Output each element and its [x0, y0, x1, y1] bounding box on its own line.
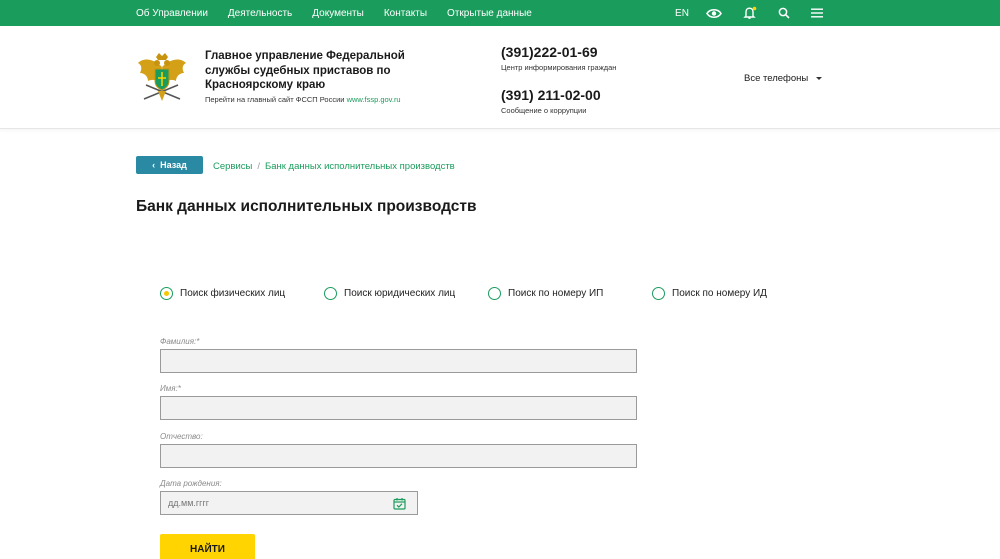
radio-ip-number-label: Поиск по номеру ИП — [508, 288, 604, 299]
find-button[interactable]: НАЙТИ — [160, 534, 255, 559]
radio-ip-number[interactable]: Поиск по номеру ИП — [488, 287, 603, 300]
radio-indicator — [324, 287, 337, 300]
patronymic-label: Отчество: — [160, 432, 203, 441]
first-name-label: Имя:* — [160, 384, 181, 393]
last-name-field[interactable] — [160, 349, 637, 373]
back-button-label: Назад — [160, 160, 187, 170]
birth-date-label: Дата рождения: — [160, 479, 222, 488]
radio-indicator-selected — [160, 287, 173, 300]
first-name-field[interactable] — [160, 396, 637, 420]
nav-open-data[interactable]: Открытые данные — [447, 8, 532, 19]
patronymic-field[interactable] — [160, 444, 637, 468]
back-button[interactable]: ‹ Назад — [136, 156, 203, 174]
radio-individuals[interactable]: Поиск физических лиц — [160, 287, 285, 300]
top-bar: Об Управлении Деятельность Документы Кон… — [0, 0, 1000, 26]
emblem-logo[interactable] — [136, 51, 188, 107]
nav-documents[interactable]: Документы — [312, 8, 364, 19]
page-title: Банк данных исполнительных производств — [136, 198, 477, 215]
nav-activity[interactable]: Деятельность — [228, 8, 292, 19]
radio-indicator — [488, 287, 501, 300]
main-site-link-prefix: Перейти на главный сайт ФССП России — [205, 95, 345, 104]
birth-date-field[interactable] — [160, 491, 418, 515]
eye-icon[interactable] — [704, 0, 724, 26]
radio-individuals-label: Поиск физических лиц — [180, 288, 286, 299]
chevron-left-icon: ‹ — [152, 160, 156, 170]
radio-id-number-label: Поиск по номеру ИД — [672, 288, 767, 299]
site-header: Главное управление Федеральной службы су… — [0, 26, 1000, 129]
phone-corruption-caption: Сообщение о коррупции — [501, 106, 587, 115]
calendar-icon[interactable] — [393, 497, 406, 510]
menu-icon[interactable] — [807, 0, 827, 26]
breadcrumb-separator: / — [257, 161, 260, 172]
search-icon[interactable] — [774, 0, 794, 26]
all-phones-label: Все телефоны — [744, 73, 809, 84]
radio-indicator — [652, 287, 665, 300]
main-site-link-url[interactable]: www.fssp.gov.ru — [347, 95, 401, 104]
bell-icon[interactable] — [740, 0, 760, 26]
top-nav: Об Управлении Деятельность Документы Кон… — [136, 0, 552, 26]
last-name-label: Фамилия:* — [160, 337, 200, 346]
nav-about[interactable]: Об Управлении — [136, 8, 208, 19]
organization-name: Главное управление Федеральной службы су… — [205, 50, 405, 91]
radio-id-number[interactable]: Поиск по номеру ИД — [652, 287, 767, 300]
language-switch[interactable]: EN — [672, 0, 692, 26]
radio-legal-entities[interactable]: Поиск юридических лиц — [324, 287, 455, 300]
phone-corruption[interactable]: (391) 211-02-00 — [501, 87, 601, 103]
phone-citizen-info-caption: Центр информирования граждан — [501, 63, 617, 72]
breadcrumb-current[interactable]: Банк данных исполнительных производств — [265, 161, 455, 172]
all-phones-dropdown[interactable]: Все телефоны — [744, 73, 823, 84]
main-site-link[interactable]: Перейти на главный сайт ФССП России www.… — [205, 95, 401, 104]
breadcrumb: Сервисы / Банк данных исполнительных произ… — [213, 161, 455, 172]
radio-legal-entities-label: Поиск юридических лиц — [344, 288, 456, 299]
phone-citizen-info[interactable]: (391)222-01-69 — [501, 44, 598, 60]
chevron-down-icon — [816, 77, 823, 80]
nav-contacts[interactable]: Контакты — [384, 8, 427, 19]
breadcrumb-services[interactable]: Сервисы — [213, 161, 252, 172]
